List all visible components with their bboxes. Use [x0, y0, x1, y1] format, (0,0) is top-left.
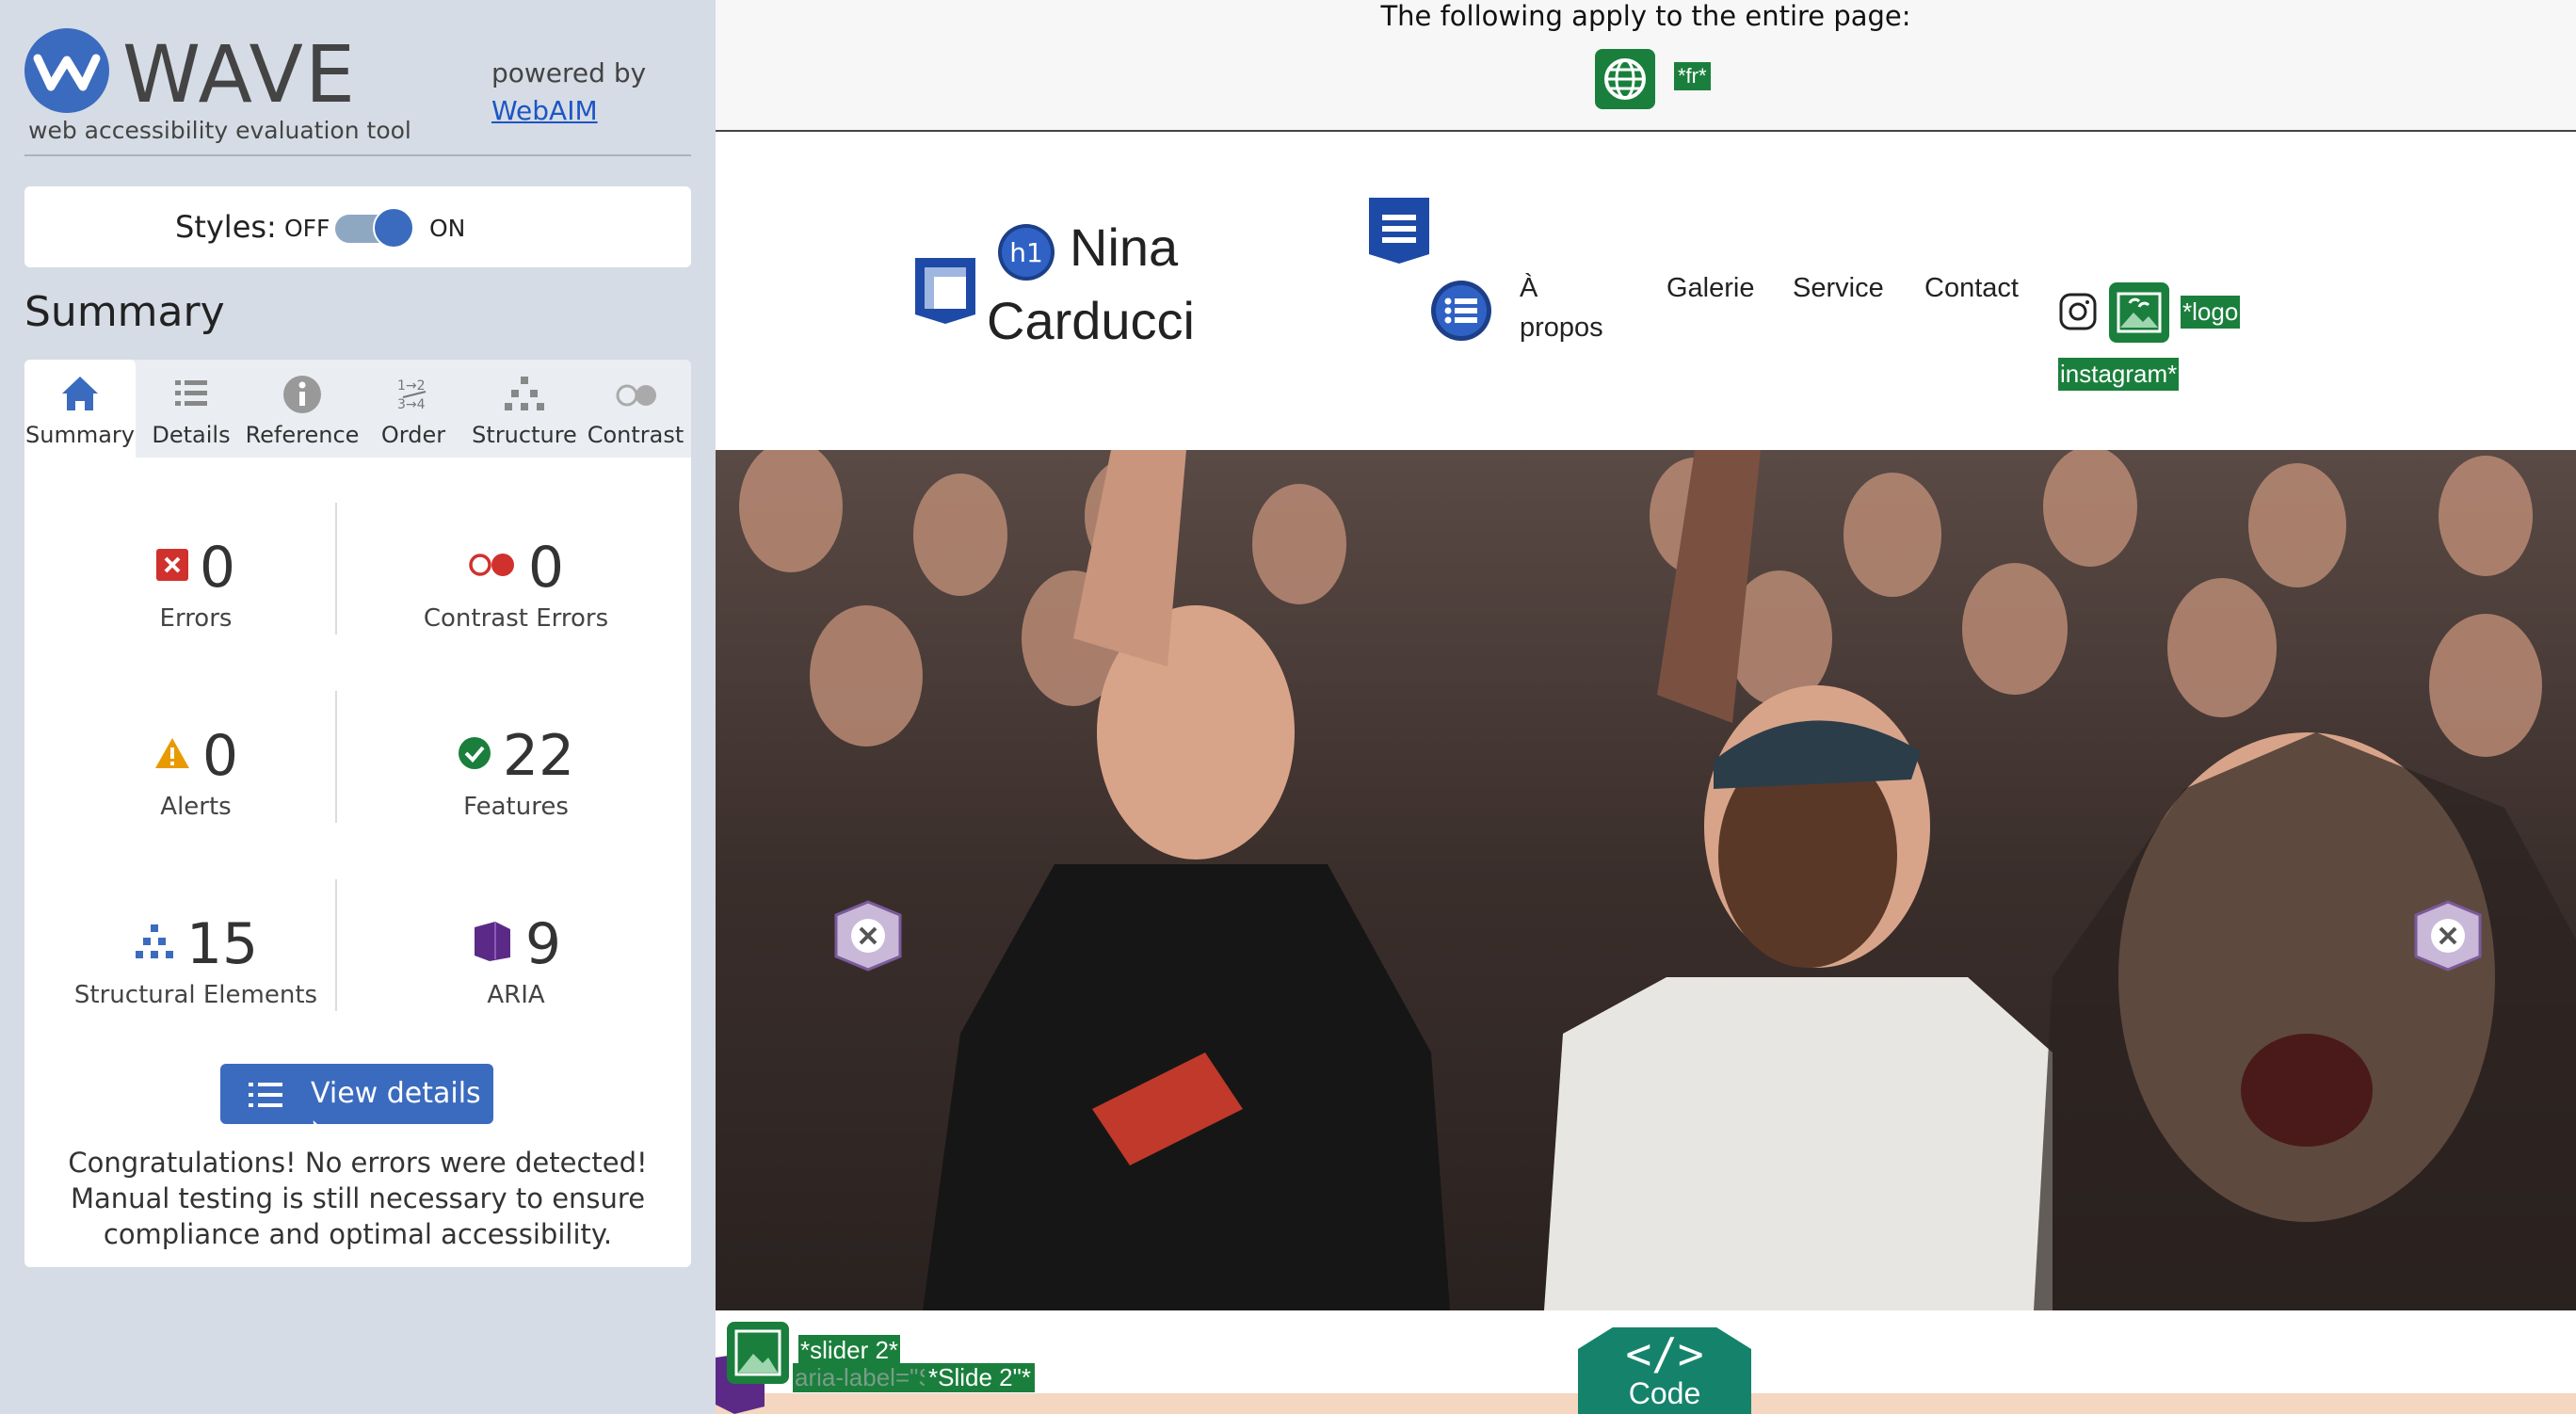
header-divider: [24, 154, 691, 156]
summary-heading: Summary: [24, 288, 225, 336]
tab-details[interactable]: Details: [136, 360, 247, 458]
structural-count: 15: [185, 911, 259, 977]
tab-label: Structure: [472, 422, 577, 448]
view-details-button[interactable]: View details ›: [220, 1064, 493, 1143]
lang-tag[interactable]: *fr*: [1674, 62, 1711, 90]
code-toggle-button[interactable]: </> Code: [1578, 1327, 1751, 1414]
aria-label: ARIA: [487, 981, 545, 1009]
stat-aria: 9 ARIA: [375, 911, 657, 1009]
features-label: Features: [463, 793, 569, 821]
language-icon[interactable]: [1595, 49, 1655, 109]
site-title-line2: Carducci: [987, 291, 1195, 350]
stat-alerts: 0 Alerts: [55, 723, 337, 821]
code-glyph: </>: [1625, 1328, 1704, 1379]
features-count: 22: [502, 723, 575, 789]
unordered-list-icon[interactable]: [1429, 279, 1493, 343]
tab-reference[interactable]: Reference: [246, 360, 359, 458]
stat-contrast-errors: 0 Contrast Errors: [375, 535, 657, 633]
tab-label: Contrast: [587, 422, 684, 448]
tab-order[interactable]: 1→2 3→4 Order: [358, 360, 469, 458]
wave-tagline: web accessibility evaluation tool: [28, 117, 411, 144]
svg-text:1→2: 1→2: [397, 378, 426, 394]
slider-prev-aria-icon[interactable]: [830, 898, 906, 973]
linked-image-icon[interactable]: [2107, 281, 2171, 345]
evaluated-page: The following apply to the entire page: …: [716, 0, 2576, 1414]
contrast-errors-count: 0: [527, 535, 565, 601]
aria-icon: [474, 922, 510, 962]
logo-alt-tag-2[interactable]: instagram*: [2058, 358, 2180, 391]
wave-sidebar: WAVE web accessibility evaluation tool p…: [0, 0, 716, 1414]
slide-aria-tag[interactable]: *Slide 2"*: [925, 1363, 1035, 1392]
tab-structure[interactable]: Structure: [469, 360, 580, 458]
stat-structural: 15 Structural Elements: [55, 911, 337, 1009]
errors-label: Errors: [159, 604, 233, 633]
nav-link-apropos-1[interactable]: À: [1520, 273, 1538, 304]
styles-toggle-box: Styles: OFF ON: [24, 186, 691, 267]
summary-panel: 0 Errors 0 Contrast Errors 0 Alerts 22 F…: [24, 458, 691, 1267]
h1-badge-text: h1: [1009, 237, 1043, 268]
contrast-errors-label: Contrast Errors: [423, 604, 609, 633]
webaim-link[interactable]: WebAIM: [491, 95, 598, 126]
page-wide-banner: The following apply to the entire page: …: [716, 0, 2576, 132]
styles-label: Styles:: [175, 209, 277, 245]
alerts-label: Alerts: [160, 793, 232, 821]
list-icon: [249, 1083, 282, 1107]
feature-check-icon: [458, 737, 491, 770]
tab-label: Reference: [245, 422, 360, 448]
stat-features: 22 Features: [375, 723, 657, 821]
nav-link-service[interactable]: Service: [1793, 273, 1884, 304]
crowd-photo: [716, 450, 2576, 1310]
aria-count: 9: [524, 911, 562, 977]
navigation-region-icon[interactable]: [1365, 194, 1433, 265]
wave-tabs: Summary Details Reference 1→2 3→4 Order: [24, 360, 691, 458]
wave-logo-icon: [33, 54, 101, 91]
styles-toggle-knob[interactable]: [373, 207, 414, 249]
banner-text: The following apply to the entire page:: [1380, 0, 1911, 32]
errors-count: 0: [199, 535, 236, 601]
home-icon: [62, 377, 98, 410]
globe-icon: [1604, 58, 1646, 100]
styles-off-label: OFF: [284, 215, 330, 242]
h1-badge-icon[interactable]: h1: [996, 222, 1056, 282]
stat-errors: 0 Errors: [55, 535, 337, 633]
list-icon: [175, 380, 207, 406]
tab-label: Details: [152, 422, 231, 448]
alerts-count: 0: [201, 723, 239, 789]
code-label: Code: [1628, 1376, 1701, 1410]
nav-link-apropos-2[interactable]: propos: [1520, 313, 1603, 344]
structural-label: Structural Elements: [73, 981, 318, 1009]
order-icon: 1→2 3→4: [397, 378, 427, 412]
structure-icon: [505, 377, 544, 410]
nav-link-galerie[interactable]: Galerie: [1666, 273, 1755, 304]
logo-alt-tag-1[interactable]: *logo: [2181, 296, 2241, 329]
error-icon: [155, 549, 188, 582]
tab-label: Order: [380, 422, 446, 448]
structure-icon: [135, 924, 173, 959]
site-title-line1: Nina: [1070, 217, 1179, 277]
svg-text:3→4: 3→4: [397, 397, 426, 412]
powered-by-text: powered by: [491, 57, 647, 88]
tab-summary[interactable]: Summary: [24, 360, 136, 458]
contrast-error-icon: [469, 554, 514, 577]
header-region-icon[interactable]: [911, 254, 979, 326]
contrast-icon: [616, 384, 656, 407]
tab-label: Summary: [25, 422, 135, 448]
wave-logo-text: WAVE: [122, 28, 358, 121]
hero-slider-image: [716, 450, 2576, 1310]
powered-by: powered by WebAIM: [491, 55, 646, 130]
slider-next-aria-icon[interactable]: [2410, 898, 2486, 973]
info-icon: [283, 376, 321, 413]
instagram-icon[interactable]: [2058, 292, 2098, 331]
congrats-message: Congratulations! No errors were detected…: [68, 1147, 648, 1250]
view-details-label: View details ›: [311, 1077, 481, 1143]
tab-contrast[interactable]: Contrast: [580, 360, 691, 458]
alert-icon: [154, 738, 189, 769]
slider-alt-tag[interactable]: *slider 2*: [798, 1335, 901, 1366]
image-alt-icon[interactable]: [725, 1320, 791, 1386]
styles-on-label: ON: [429, 215, 466, 242]
nav-link-contact[interactable]: Contact: [1924, 273, 2019, 304]
